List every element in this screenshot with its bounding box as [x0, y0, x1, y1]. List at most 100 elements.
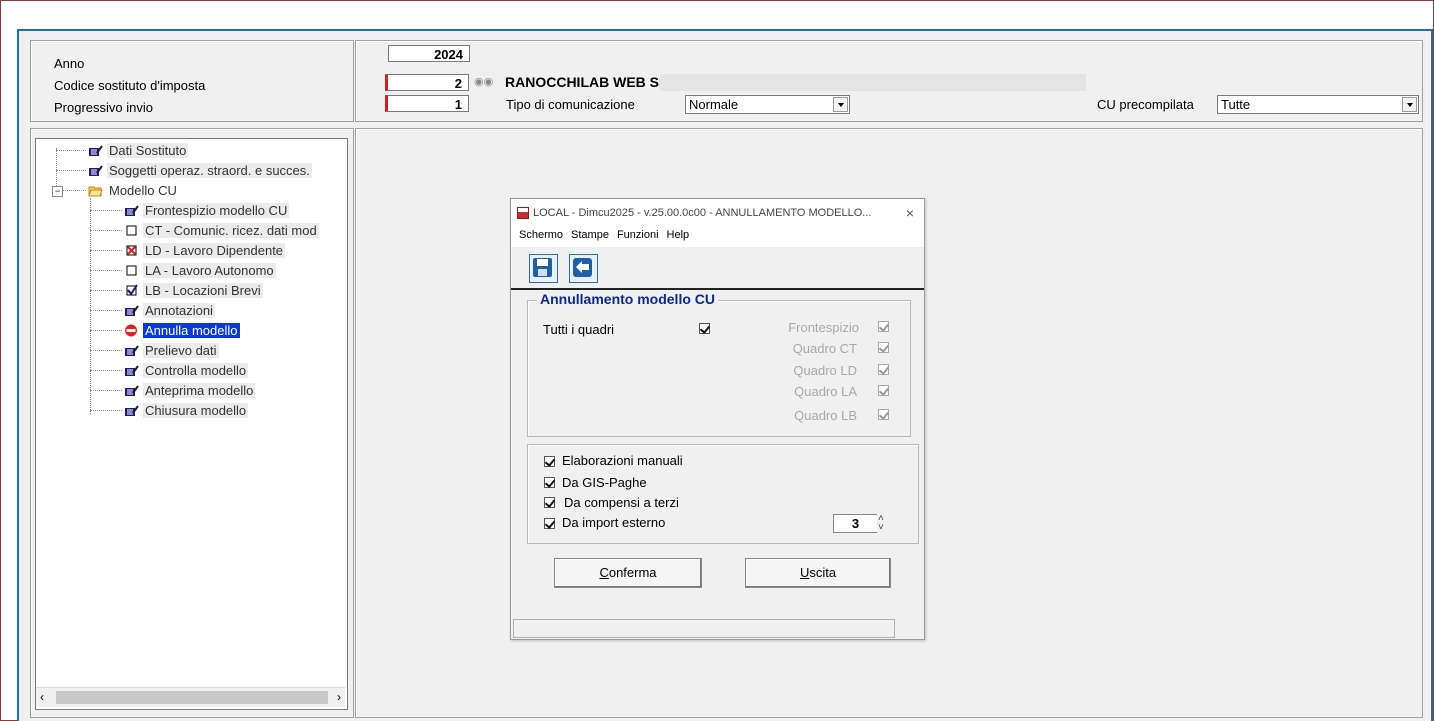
- scroll-left-icon[interactable]: ‹: [40, 690, 44, 704]
- tree-line: [90, 410, 122, 411]
- conferma-underline: C: [599, 565, 609, 580]
- menu-funzioni[interactable]: Funzioni: [617, 229, 659, 241]
- menu-stampe[interactable]: Stampe: [571, 229, 609, 241]
- tree-item-ct[interactable]: CT - Comunic. ricez. dati mod: [124, 222, 319, 239]
- quadro-ct-checkbox[interactable]: [878, 342, 889, 353]
- quadro-frontespizio-checkbox[interactable]: [878, 321, 889, 332]
- quadro-la-checkbox[interactable]: [878, 385, 889, 396]
- checkbox-x-red-icon: [124, 244, 139, 257]
- stepper-arrows-icon[interactable]: ˄ ˅: [878, 514, 884, 533]
- tree-line: [62, 190, 86, 191]
- tree-line: [90, 230, 122, 231]
- tutti-checkbox[interactable]: [699, 323, 710, 334]
- scroll-thumb[interactable]: [56, 691, 328, 704]
- tree-item-controlla[interactable]: Controlla modello: [124, 362, 249, 379]
- dialog-title: LOCAL - Dimcu2025 - v.25.00.0c00 - ANNUL…: [533, 207, 872, 219]
- collapse-toggle-icon[interactable]: −: [52, 186, 63, 197]
- edit-grid-icon: [124, 364, 139, 377]
- cu-precompilata-select[interactable]: Tutte: [1217, 95, 1419, 114]
- binoculars-icon[interactable]: ◉◉: [474, 75, 493, 88]
- dialog-menu-bar: Schermo Stampe Funzioni Help: [511, 227, 924, 247]
- uscita-label: scita: [809, 565, 837, 580]
- cu-precompilata-label: CU precompilata: [1097, 97, 1194, 112]
- edit-grid-icon: [124, 384, 139, 397]
- uscita-underline: U: [799, 565, 810, 580]
- elaborazioni-checkbox[interactable]: [544, 456, 555, 467]
- back-button[interactable]: [569, 254, 598, 283]
- quadro-lb-label: Quadro LB: [794, 408, 857, 423]
- gis-paghe-checkbox[interactable]: [544, 477, 555, 488]
- chevron-down-icon[interactable]: [1402, 97, 1417, 112]
- tutti-label: Tutti i quadri: [543, 322, 615, 337]
- uscita-button[interactable]: Uscita: [745, 558, 891, 588]
- toolbar-divider: [511, 288, 924, 290]
- edit-grid-icon: [124, 304, 139, 317]
- tree-item-lb[interactable]: LB - Locazioni Brevi: [124, 282, 263, 299]
- tree-line: [56, 148, 57, 190]
- tree-item-dati-sostituto[interactable]: Dati Sostituto: [88, 142, 189, 159]
- app-icon: [517, 207, 529, 219]
- quadro-ld-label: Quadro LD: [793, 363, 857, 378]
- edit-grid-icon: [124, 404, 139, 417]
- scroll-right-icon[interactable]: ›: [337, 690, 341, 704]
- tree-scrollbar[interactable]: ‹ ›: [36, 687, 345, 707]
- import-esterno-checkbox[interactable]: [544, 518, 555, 529]
- tree-line: [90, 390, 122, 391]
- tree-item-soggetti[interactable]: Soggetti operaz. straord. e succes.: [88, 162, 312, 179]
- progressivo-field[interactable]: 1: [385, 95, 469, 112]
- anno-field[interactable]: 2024: [388, 45, 470, 62]
- save-button[interactable]: [529, 254, 558, 283]
- codice-label: Codice sostituto d'imposta: [54, 78, 206, 93]
- tree-line: [56, 170, 86, 171]
- quadro-lb-checkbox[interactable]: [878, 409, 889, 420]
- checkbox-empty-icon: [124, 224, 139, 237]
- quadro-ct-label: Quadro CT: [792, 341, 857, 356]
- tree-item-la[interactable]: LA - Lavoro Autonomo: [124, 262, 276, 279]
- tipo-label: Tipo di comunicazione: [506, 97, 635, 112]
- dialog-title-bar[interactable]: LOCAL - Dimcu2025 - v.25.00.0c00 - ANNUL…: [511, 199, 924, 227]
- tree-item-chiusura[interactable]: Chiusura modello: [124, 402, 249, 419]
- codice-field[interactable]: 2: [385, 74, 469, 91]
- gis-paghe-label: Da GIS-Paghe: [562, 475, 647, 490]
- chevron-down-icon[interactable]: [833, 97, 848, 112]
- tree-item-modello-cu[interactable]: Modello CU: [88, 182, 179, 199]
- company-name: RANOCCHILAB WEB SRL: [505, 74, 678, 90]
- folder-open-icon: [88, 184, 103, 197]
- tree-item-prelievo[interactable]: Prelievo dati: [124, 342, 219, 359]
- tree-item-annulla-modello[interactable]: Annulla modello: [124, 322, 240, 339]
- tree-item-annotazioni[interactable]: Annotazioni: [124, 302, 215, 319]
- back-icon: [573, 258, 592, 277]
- save-icon: [533, 258, 552, 277]
- tree-line: [90, 370, 122, 371]
- edit-grid-icon: [88, 144, 103, 157]
- group-title: Annullamento modello CU: [537, 291, 718, 307]
- menu-schermo[interactable]: Schermo: [519, 229, 563, 241]
- anno-label: Anno: [54, 56, 85, 71]
- close-icon[interactable]: ×: [906, 199, 914, 227]
- checkbox-empty-icon: [124, 264, 139, 277]
- dialog-status-bar: [513, 619, 895, 638]
- tree-line: [90, 350, 122, 351]
- edit-grid-icon: [124, 204, 139, 217]
- conferma-label: onferma: [608, 565, 657, 580]
- compensi-checkbox[interactable]: [544, 497, 555, 508]
- quadro-ld-checkbox[interactable]: [878, 364, 889, 375]
- progressivo-label: Progressivo invio: [54, 100, 153, 115]
- tipo-select[interactable]: Normale: [685, 95, 850, 114]
- tree-item-ld[interactable]: LD - Lavoro Dipendente: [124, 242, 286, 259]
- tree-item-anteprima[interactable]: Anteprima modello: [124, 382, 256, 399]
- quadro-la-label: Quadro LA: [794, 384, 857, 399]
- elaborazioni-label: Elaborazioni manuali: [562, 453, 683, 468]
- conferma-button[interactable]: Conferma: [554, 558, 702, 588]
- import-stepper[interactable]: 3: [833, 514, 877, 533]
- tree-line: [90, 310, 122, 311]
- quadro-frontespizio-label: Frontespizio: [788, 320, 859, 335]
- checkbox-checked-icon: [124, 284, 139, 297]
- tree-line: [90, 330, 122, 331]
- tipo-select-value: Normale: [689, 97, 739, 112]
- annullamento-dialog: LOCAL - Dimcu2025 - v.25.00.0c00 - ANNUL…: [510, 198, 925, 640]
- import-esterno-label: Da import esterno: [562, 515, 666, 530]
- cu-precompilata-value: Tutte: [1221, 97, 1251, 112]
- menu-help[interactable]: Help: [667, 229, 690, 241]
- tree-item-frontespizio[interactable]: Frontespizio modello CU: [124, 202, 290, 219]
